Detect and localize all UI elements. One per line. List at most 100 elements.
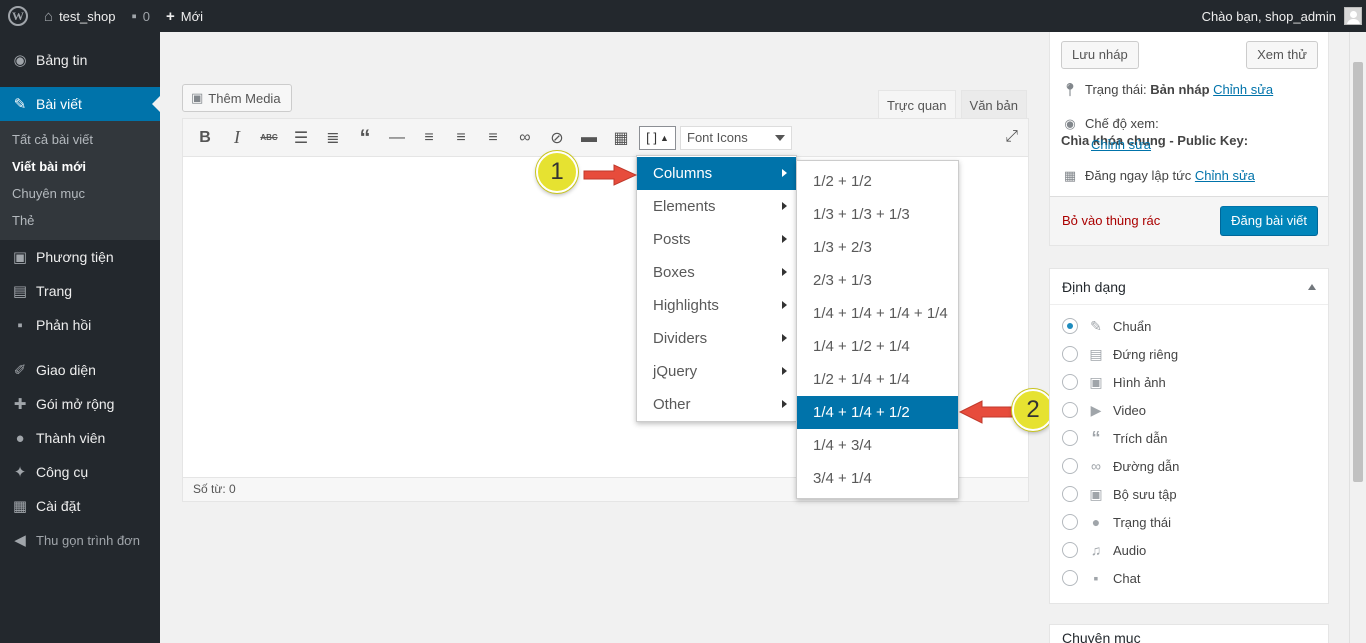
format-option-video[interactable]: ▶ Video	[1062, 399, 1146, 421]
tab-visual[interactable]: Trực quan	[878, 90, 956, 119]
format-option-gallery[interactable]: ▣ Bộ sưu tập	[1062, 483, 1177, 505]
bullet-list-button[interactable]: ☰	[285, 124, 317, 152]
radio-button[interactable]	[1062, 542, 1078, 558]
comments-count: 0	[142, 8, 150, 24]
shortcode-menu-item[interactable]: Boxes	[637, 256, 796, 289]
horizontal-line-button[interactable]: —	[381, 124, 413, 152]
format-option-audio[interactable]: ♫ Audio	[1062, 539, 1146, 561]
chevron-right-icon	[782, 268, 787, 276]
sidebar-item-users[interactable]: ● Thành viên	[0, 421, 160, 455]
columns-menu-item[interactable]: 3/4 + 1/4	[797, 462, 958, 495]
columns-menu-item[interactable]: 1/3 + 2/3	[797, 231, 958, 264]
add-media-button[interactable]: ▣ Thêm Media	[182, 84, 292, 112]
sidebar-item-settings[interactable]: ▦ Cài đặt	[0, 489, 160, 523]
submenu-add-new[interactable]: Viết bài mới	[0, 153, 160, 180]
sidebar-item-media[interactable]: ▣ Phương tiện	[0, 240, 160, 274]
comments-link[interactable]: ▪ 0	[123, 0, 158, 32]
scrollbar-thumb[interactable]	[1353, 62, 1363, 482]
tab-text[interactable]: Văn bản	[960, 90, 1027, 119]
columns-menu-item[interactable]: 1/3 + 1/3 + 1/3	[797, 198, 958, 231]
submenu-tags[interactable]: Thẻ	[0, 207, 160, 234]
fullscreen-icon[interactable]: ⤢	[1005, 128, 1018, 146]
shortcode-menu-item[interactable]: Posts	[637, 223, 796, 256]
radio-button[interactable]	[1062, 514, 1078, 530]
format-option-status[interactable]: ● Trạng thái	[1062, 511, 1171, 533]
radio-button[interactable]	[1062, 374, 1078, 390]
shortcode-menu-item[interactable]: Elements	[637, 190, 796, 223]
format-option-quote[interactable]: “ Trích dẫn	[1062, 427, 1167, 449]
columns-menu-item[interactable]: 1/4 + 1/4 + 1/2	[797, 396, 958, 429]
align-center-button[interactable]: ≡	[445, 124, 477, 152]
sidebar-item-dashboard[interactable]: ◉ Bảng tin	[0, 43, 160, 77]
sidebar-item-pages[interactable]: ▤ Trang	[0, 274, 160, 308]
publish-button[interactable]: Đăng bài viết	[1220, 206, 1318, 236]
shortcode-menu-item[interactable]: Dividers	[637, 322, 796, 355]
format-option-chat[interactable]: ▪ Chat	[1062, 567, 1140, 589]
menu-item-label: Columns	[653, 165, 713, 182]
visibility-value: Chìa khóa chung - Public Key:	[1061, 133, 1249, 148]
radio-button[interactable]	[1062, 570, 1078, 586]
submenu-categories[interactable]: Chuyên mục	[0, 180, 160, 207]
wordpress-logo-icon[interactable]: W	[0, 0, 36, 32]
save-draft-button[interactable]: Lưu nháp	[1061, 41, 1139, 69]
shortcode-menu-item[interactable]: Highlights	[637, 289, 796, 322]
edit-status-link[interactable]: Chỉnh sửa	[1213, 82, 1273, 97]
editor-tabs: Trực quan Văn bản	[873, 90, 1027, 119]
align-left-button[interactable]: ≡	[413, 124, 445, 152]
format-box-title[interactable]: Định dạng	[1050, 269, 1328, 305]
new-content-link[interactable]: + Mới	[158, 0, 211, 32]
blockquote-button[interactable]: “	[349, 124, 381, 152]
format-option-link[interactable]: ∞ Đường dẫn	[1062, 455, 1179, 477]
sidebar-item-comments[interactable]: ▪ Phản hồi	[0, 308, 160, 342]
bold-button[interactable]: B	[189, 124, 221, 152]
sidebar-item-appearance[interactable]: ✐ Giao diện	[0, 353, 160, 387]
font-icons-select[interactable]: Font Icons	[680, 125, 792, 150]
columns-menu-item[interactable]: 1/2 + 1/2	[797, 165, 958, 198]
radio-button[interactable]	[1062, 318, 1078, 334]
radio-button[interactable]	[1062, 402, 1078, 418]
columns-menu-item[interactable]: 1/4 + 1/2 + 1/4	[797, 330, 958, 363]
submenu-all-posts[interactable]: Tất cả bài viết	[0, 126, 160, 153]
columns-menu-item[interactable]: 1/4 + 1/4 + 1/4 + 1/4	[797, 297, 958, 330]
image-icon: ▣	[1089, 373, 1103, 390]
read-more-button[interactable]: ▬	[573, 124, 605, 152]
format-option-standard[interactable]: ✎ Chuẩn	[1062, 315, 1151, 337]
sidebar-item-tools[interactable]: ✦ Công cụ	[0, 455, 160, 489]
columns-menu-item[interactable]: 1/4 + 3/4	[797, 429, 958, 462]
site-name-link[interactable]: ⌂ test_shop	[36, 0, 123, 32]
toolbar-toggle-button[interactable]: ▦	[605, 124, 637, 152]
format-option-aside[interactable]: ▤ Đứng riêng	[1062, 343, 1178, 365]
radio-button[interactable]	[1062, 486, 1078, 502]
sidebar-item-label: Thành viên	[36, 430, 106, 446]
edit-schedule-link[interactable]: Chỉnh sửa	[1195, 168, 1255, 183]
shortcode-button[interactable]: [ ] ▲	[639, 125, 676, 150]
radio-button[interactable]	[1062, 458, 1078, 474]
shortcode-menu-item[interactable]: jQuery	[637, 355, 796, 388]
numbered-list-button[interactable]: ≣	[317, 124, 349, 152]
sidebar-item-label: Bài viết	[36, 96, 82, 112]
radio-button[interactable]	[1062, 430, 1078, 446]
account-menu[interactable]: Chào bạn, shop_admin	[1194, 0, 1366, 32]
italic-button[interactable]: I	[221, 124, 253, 152]
columns-menu-item[interactable]: 1/2 + 1/4 + 1/4	[797, 363, 958, 396]
move-to-trash-link[interactable]: Bỏ vào thùng rác	[1062, 213, 1160, 228]
shortcode-menu-item[interactable]: Other	[637, 388, 796, 421]
admin-sidebar: ◉ Bảng tin ✎ Bài viết Tất cả bài viết Vi…	[0, 32, 160, 643]
edit-visibility-link[interactable]: Chỉnh sửa	[1091, 137, 1151, 152]
sidebar-item-posts[interactable]: ✎ Bài viết	[0, 87, 160, 121]
insert-link-button[interactable]: ∞	[509, 124, 541, 152]
format-option-image[interactable]: ▣ Hình ảnh	[1062, 371, 1166, 393]
remove-link-button[interactable]: ⊘	[541, 124, 573, 152]
align-right-button[interactable]: ≡	[477, 124, 509, 152]
preview-button[interactable]: Xem thử	[1246, 41, 1318, 69]
shortcode-menu-item[interactable]: Columns	[637, 157, 796, 190]
page-scrollbar[interactable]	[1349, 32, 1366, 643]
caret-up-icon[interactable]	[1308, 284, 1316, 290]
page-icon: ▤	[12, 283, 28, 300]
strikethrough-button[interactable]: ABC	[253, 124, 285, 152]
sidebar-item-plugins[interactable]: ✚ Gói mở rộng	[0, 387, 160, 421]
collapse-menu-button[interactable]: ◀ Thu gọn trình đơn	[0, 523, 160, 557]
radio-button[interactable]	[1062, 346, 1078, 362]
chevron-right-icon	[782, 400, 787, 408]
columns-menu-item[interactable]: 2/3 + 1/3	[797, 264, 958, 297]
